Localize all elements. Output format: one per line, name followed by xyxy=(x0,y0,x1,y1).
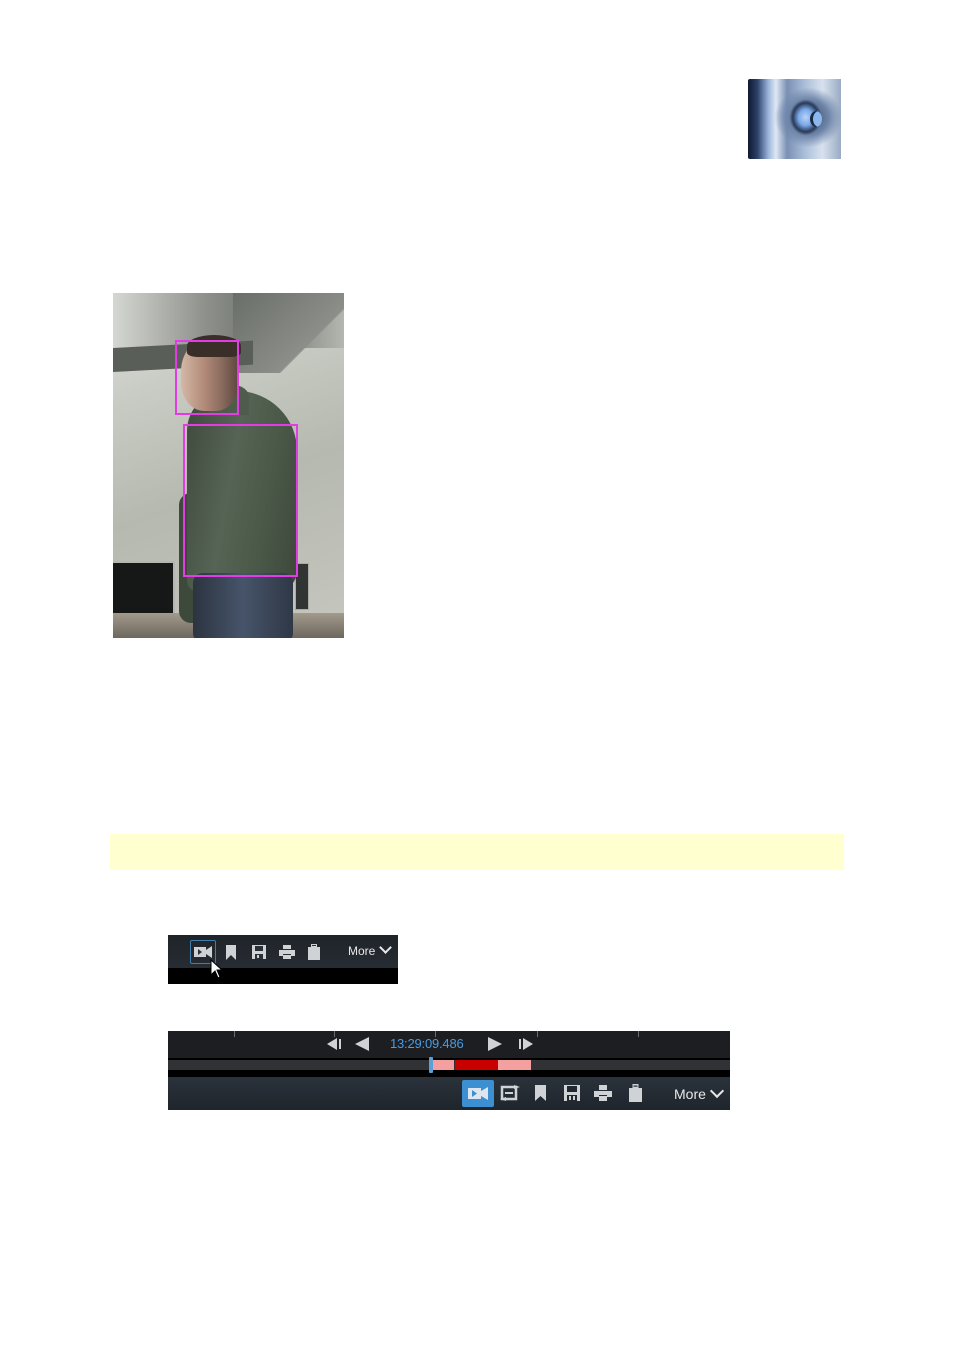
eye-iris xyxy=(810,111,822,127)
print-icon[interactable] xyxy=(592,1083,614,1103)
step-back-icon[interactable] xyxy=(325,1036,343,1052)
photo-monitor xyxy=(113,561,175,617)
playback-controls-bar: 13:29:09.486 xyxy=(168,1031,730,1058)
loop-icon[interactable] xyxy=(498,1083,522,1103)
timeline-track[interactable] xyxy=(168,1060,730,1070)
bookmark-icon[interactable] xyxy=(224,943,238,961)
wolf-eye-logo xyxy=(748,79,841,159)
more-menu-button[interactable]: More xyxy=(674,1083,724,1102)
more-label: More xyxy=(348,944,376,958)
photo-person-legs xyxy=(193,573,293,638)
chevron-down-icon xyxy=(379,941,393,954)
surveillance-image xyxy=(113,293,344,638)
bookmark-icon[interactable] xyxy=(532,1083,548,1103)
export-toolbar-small: More xyxy=(168,935,398,984)
playback-toolbar: 13:29:09.486 More xyxy=(168,1031,730,1110)
play-reverse-icon[interactable] xyxy=(353,1035,371,1053)
note-band xyxy=(110,834,844,870)
step-forward-icon[interactable] xyxy=(517,1036,535,1052)
current-time: 13:29:09.486 xyxy=(390,1036,464,1051)
save-icon[interactable] xyxy=(562,1083,582,1103)
print-icon[interactable] xyxy=(277,943,297,961)
body-detection-box xyxy=(183,424,298,577)
more-menu-button[interactable]: More xyxy=(348,941,393,958)
chevron-down-icon xyxy=(709,1083,724,1099)
timeline-tick xyxy=(638,1031,639,1037)
timeline-tick xyxy=(234,1031,235,1037)
timeline-segment xyxy=(455,1060,498,1070)
clipboard-icon[interactable] xyxy=(306,942,322,962)
playback-action-bar: More xyxy=(168,1077,730,1110)
play-forward-icon[interactable] xyxy=(486,1035,504,1053)
clipboard-icon[interactable] xyxy=(626,1081,644,1105)
timeline-tick xyxy=(537,1031,538,1037)
more-label: More xyxy=(674,1086,706,1102)
face-detection-box xyxy=(175,340,239,415)
save-icon[interactable] xyxy=(250,943,268,961)
timeline-segment xyxy=(432,1060,454,1070)
camera-icon[interactable] xyxy=(465,1083,491,1103)
timeline-segment xyxy=(498,1060,531,1070)
timeline-playhead[interactable] xyxy=(429,1057,433,1073)
